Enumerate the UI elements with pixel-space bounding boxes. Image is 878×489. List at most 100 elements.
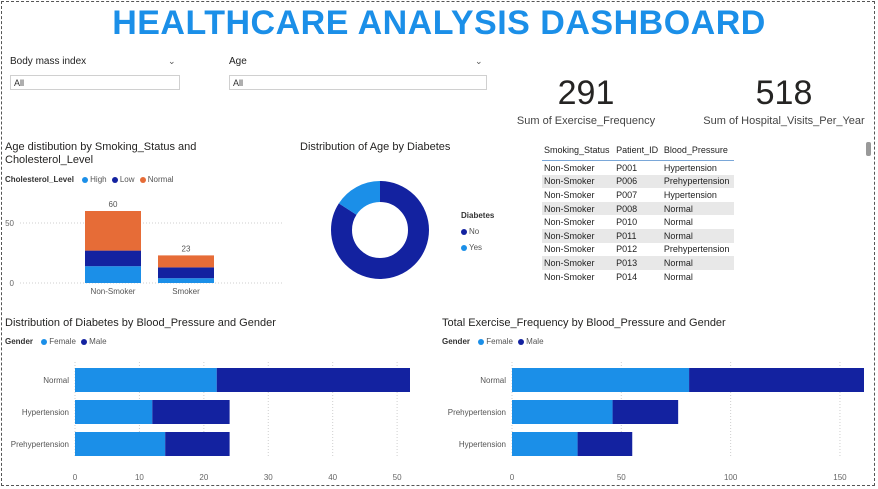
table-row[interactable]: Non-Smoker P010 Normal xyxy=(542,215,734,229)
bar-segment xyxy=(512,368,690,392)
legend-item: Normal xyxy=(147,175,174,184)
table-row[interactable]: Non-Smoker P006 Prehypertension xyxy=(542,174,734,189)
data-label: 23 xyxy=(182,244,191,253)
table-cell: Prehypertension xyxy=(661,174,734,189)
y-tick-label: Prehypertension xyxy=(448,408,506,417)
table-row[interactable]: Non-Smoker P007 Hypertension xyxy=(542,188,734,202)
legend-dot xyxy=(461,244,467,251)
table-scrollbar[interactable] xyxy=(866,142,871,156)
table-cell: Non-Smoker xyxy=(544,271,595,282)
slicer-age[interactable]: Age ⌄ All xyxy=(229,56,487,92)
bar-segment xyxy=(158,255,214,268)
legend-dot xyxy=(478,338,485,345)
y-tick-label: Prehypertension xyxy=(11,440,69,449)
table-row[interactable]: Non-Smoker P011 Normal xyxy=(542,228,734,243)
horizontal-bar-chart-diabetes: 0 10 20 30 40 50 Normal Hypertension Prehyperten… xyxy=(11,362,410,482)
x-tick-label: 0 xyxy=(73,473,78,482)
chevron-down-icon[interactable]: ⌄ xyxy=(168,56,176,67)
x-tick-label: 50 xyxy=(617,473,626,482)
table-cell: P008 xyxy=(614,201,662,216)
dashboard-title: HEALTHCARE ANALYSIS DASHBOARD xyxy=(112,4,766,42)
table-cell: Non-Smoker xyxy=(544,244,595,255)
x-tick-label: Smoker xyxy=(172,287,200,296)
column-header[interactable]: Smoking_Status xyxy=(542,141,615,161)
table-cell: P012 xyxy=(616,244,638,255)
bar-segment xyxy=(85,250,141,267)
table-cell: P013 xyxy=(614,256,662,270)
bar-segment xyxy=(75,368,217,392)
chart-title-age-diabetes: Distribution of Age by Diabetes xyxy=(300,141,451,153)
chart-title-line: Age distibution by Smoking_Status and xyxy=(5,141,197,153)
column-header[interactable]: Patient_ID xyxy=(614,141,662,161)
horizontal-bar-chart-exercise: 0 50 100 150 Normal Prehypertension Hypertensi… xyxy=(448,362,864,482)
chart-title-line: Cholesterol_Level xyxy=(5,154,94,166)
kpi-value: 291 xyxy=(557,74,615,112)
data-label: 60 xyxy=(109,200,118,209)
table-row[interactable]: Non-Smoker P013 Normal xyxy=(542,256,734,270)
kpi-card-exercise: 291 Sum of Exercise_Frequency xyxy=(506,74,666,127)
bar-segment xyxy=(512,400,613,424)
table-cell: Non-Smoker xyxy=(544,217,595,228)
legend-dot xyxy=(111,176,118,183)
legend-dot xyxy=(81,338,88,345)
bar-segment xyxy=(158,278,214,283)
chevron-down-icon[interactable]: ⌄ xyxy=(475,56,483,67)
table-cell: Non-Smoker xyxy=(542,228,615,243)
chart-title-age-smoking: Age distibution by Smoking_Status and Ch… xyxy=(5,141,196,167)
kpi-card-hospital-visits: 518 Sum of Hospital_Visits_Per_Year xyxy=(697,74,871,127)
y-tick-label: Normal xyxy=(480,376,506,385)
x-tick-label: Non-Smoker xyxy=(91,287,136,296)
table-cell: Normal xyxy=(661,228,734,243)
patient-table[interactable]: Smoking_Status Patient_ID Blood_Pressure… xyxy=(542,141,734,289)
kpi-label: Sum of Hospital_Visits_Per_Year xyxy=(703,115,865,127)
slicer-dropdown[interactable]: All xyxy=(229,75,487,90)
table-cell: Prehypertension xyxy=(663,244,730,255)
table-cell: Non-Smoker xyxy=(542,174,615,189)
chart-title-exercise-bp: Total Exercise_Frequency by Blood_Pressu… xyxy=(442,317,726,329)
bar-segment xyxy=(216,368,410,392)
column-header[interactable]: Blood_Pressure xyxy=(661,141,734,161)
slicer-label: Age xyxy=(229,56,247,67)
legend-item: Yes xyxy=(469,243,483,252)
bar-segment xyxy=(577,432,633,456)
table-row[interactable]: Non-Smoker P001 Hypertension xyxy=(542,161,734,175)
table-cell: P001 xyxy=(616,162,638,173)
x-tick-label: 20 xyxy=(199,473,208,482)
table-cell: P011 xyxy=(614,228,662,243)
bar-segment xyxy=(612,400,679,424)
bar-segment xyxy=(85,266,141,283)
x-tick-label: 40 xyxy=(328,473,337,482)
table-row[interactable]: Non-Smoker P014 Normal xyxy=(542,270,734,284)
legend-item: Low xyxy=(119,175,135,184)
chart-title-diabetes-bp: Distribution of Diabetes by Blood_Pressu… xyxy=(5,317,276,329)
donut-chart xyxy=(331,181,429,279)
legend-item: No xyxy=(469,227,480,236)
y-tick-label: Normal xyxy=(43,376,69,385)
y-tick-label: 0 xyxy=(10,279,15,288)
table-cell: Hypertension xyxy=(663,162,717,173)
table-cell: Normal xyxy=(663,217,693,228)
bar-segment xyxy=(158,267,214,279)
chart-legend: Gender Female Male xyxy=(442,337,544,346)
bar-segment xyxy=(75,432,166,456)
y-tick-label: 50 xyxy=(5,219,14,228)
chart-legend: Cholesterol_Level High Low Normal xyxy=(5,175,174,184)
x-tick-label: 10 xyxy=(135,473,144,482)
y-tick-label: Hypertension xyxy=(459,440,506,449)
table-cell: Non-Smoker xyxy=(542,201,615,216)
table-cell: Normal xyxy=(661,256,734,270)
table-row[interactable]: Non-Smoker P012 Prehypertension xyxy=(542,243,734,257)
table-row[interactable]: Non-Smoker P008 Normal xyxy=(542,201,734,216)
table-header-row: Smoking_Status Patient_ID Blood_Pressure xyxy=(542,141,734,161)
table-cell: P006 xyxy=(614,174,662,189)
legend-dot xyxy=(139,176,146,183)
chart-legend: Gender Female Male xyxy=(5,337,107,346)
slicer-dropdown[interactable]: All xyxy=(10,75,180,90)
table-cell: P010 xyxy=(616,217,638,228)
bar-segment xyxy=(85,211,141,251)
x-tick-label: 100 xyxy=(724,473,738,482)
table-cell: P007 xyxy=(616,189,638,200)
slicer-body-mass-index[interactable]: Body mass index ⌄ All xyxy=(10,56,180,92)
legend-item: Female xyxy=(486,337,513,346)
legend-title: Gender xyxy=(442,337,471,346)
